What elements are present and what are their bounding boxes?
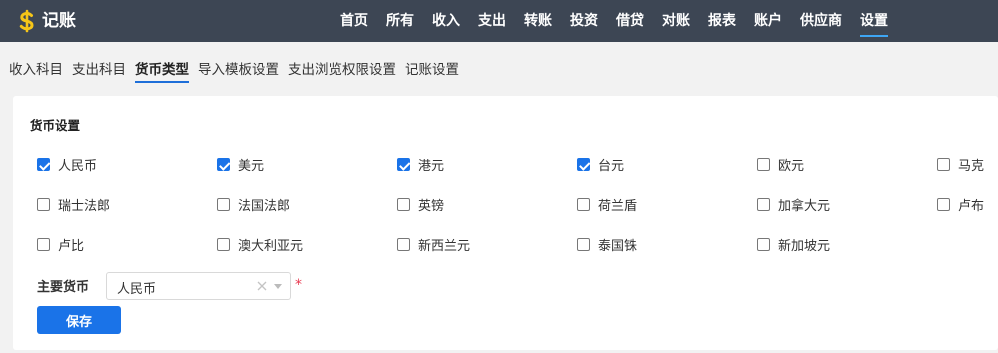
settings-tabs: 收入科目 支出科目 货币类型 导入模板设置 支出浏览权限设置 记账设置 xyxy=(9,58,468,83)
checkbox[interactable] xyxy=(397,198,410,211)
nav-item-settings[interactable]: 设置 xyxy=(860,0,888,42)
currency-label: 人民币 xyxy=(58,159,98,174)
checkbox[interactable] xyxy=(757,238,770,251)
currency-label: 美元 xyxy=(238,159,265,174)
checkbox[interactable] xyxy=(577,158,590,171)
checkbox[interactable] xyxy=(37,198,50,211)
currency-label: 澳大利亚元 xyxy=(238,239,304,254)
currency-checkbox-rub[interactable]: 卢布 xyxy=(937,195,984,214)
currency-checkbox-twd[interactable]: 台元 xyxy=(577,155,624,174)
checkbox[interactable] xyxy=(937,198,950,211)
currency-label: 瑞士法郎 xyxy=(58,199,111,214)
currency-label: 新加坡元 xyxy=(778,239,831,254)
nav-item-suppliers[interactable]: 供应商 xyxy=(800,0,842,42)
currency-label: 欧元 xyxy=(778,159,805,174)
currency-checkbox-nlg[interactable]: 荷兰盾 xyxy=(577,195,637,214)
checkbox[interactable] xyxy=(937,158,950,171)
currency-checkbox-thb[interactable]: 泰国铢 xyxy=(577,235,637,254)
nav-item-reconcile[interactable]: 对账 xyxy=(662,0,690,42)
save-button[interactable]: 保存 xyxy=(37,306,121,334)
top-navbar: 记账 首页 所有 收入 支出 转账 投资 借贷 对账 报表 账户 供应商 设置 xyxy=(0,0,998,42)
currency-label: 卢布 xyxy=(958,199,985,214)
currency-settings-panel: 货币设置 人民币 美元 港元 台元 欧元 马克 瑞士法郎 法国法郎 英镑 荷兰盾… xyxy=(13,96,998,350)
currency-checkbox-cad[interactable]: 加拿大元 xyxy=(757,195,830,214)
tab-expense-view-permissions[interactable]: 支出浏览权限设置 xyxy=(288,58,396,82)
currency-checkbox-nzd[interactable]: 新西兰元 xyxy=(397,235,470,254)
checkbox[interactable] xyxy=(217,198,230,211)
checkbox[interactable] xyxy=(757,158,770,171)
checkbox[interactable] xyxy=(397,158,410,171)
currency-label: 荷兰盾 xyxy=(598,199,638,214)
checkbox[interactable] xyxy=(397,238,410,251)
section-title: 货币设置 xyxy=(30,118,81,133)
currency-checkbox-usd[interactable]: 美元 xyxy=(217,155,264,174)
tab-import-template-settings[interactable]: 导入模板设置 xyxy=(198,58,279,82)
currency-label: 法国法郎 xyxy=(238,199,291,214)
currency-label: 新西兰元 xyxy=(418,239,471,254)
nav-item-expense[interactable]: 支出 xyxy=(478,0,506,42)
app-title: 记账 xyxy=(42,11,76,31)
currency-checkbox-aud[interactable]: 澳大利亚元 xyxy=(217,235,303,254)
required-marker: * xyxy=(295,277,302,293)
currency-label: 卢比 xyxy=(58,239,85,254)
currency-checkbox-chf[interactable]: 瑞士法郎 xyxy=(37,195,110,214)
tab-currency-types[interactable]: 货币类型 xyxy=(135,58,189,83)
primary-currency-label: 主要货币 xyxy=(37,280,90,295)
dollar-icon xyxy=(19,9,34,33)
currency-checkbox-cny[interactable]: 人民币 xyxy=(37,155,97,174)
currency-label: 加拿大元 xyxy=(778,199,831,214)
tab-expense-subjects[interactable]: 支出科目 xyxy=(72,58,126,82)
nav-item-reports[interactable]: 报表 xyxy=(708,0,736,42)
checkbox[interactable] xyxy=(37,238,50,251)
checkbox[interactable] xyxy=(217,238,230,251)
checkbox[interactable] xyxy=(37,158,50,171)
primary-currency-select[interactable]: 人民币 xyxy=(106,272,291,300)
nav-item-transfer[interactable]: 转账 xyxy=(524,0,552,42)
select-value: 人民币 xyxy=(117,282,157,297)
checkbox[interactable] xyxy=(577,198,590,211)
nav-item-loan[interactable]: 借贷 xyxy=(616,0,644,42)
checkbox[interactable] xyxy=(757,198,770,211)
nav-item-all[interactable]: 所有 xyxy=(386,0,414,42)
currency-label: 马克 xyxy=(958,159,985,174)
tab-income-subjects[interactable]: 收入科目 xyxy=(9,58,63,82)
currency-checkbox-sgd[interactable]: 新加坡元 xyxy=(757,235,830,254)
checkbox[interactable] xyxy=(577,238,590,251)
chevron-down-icon[interactable] xyxy=(274,284,282,289)
tab-bookkeeping-settings[interactable]: 记账设置 xyxy=(405,58,459,82)
currency-checkbox-gbp[interactable]: 英镑 xyxy=(397,195,444,214)
brand[interactable]: 记账 xyxy=(17,9,76,33)
currency-label: 台元 xyxy=(598,159,625,174)
nav-item-income[interactable]: 收入 xyxy=(432,0,460,42)
currency-checkbox-dem[interactable]: 马克 xyxy=(937,155,984,174)
currency-label: 英镑 xyxy=(418,199,445,214)
currency-checkbox-eur[interactable]: 欧元 xyxy=(757,155,804,174)
currency-checkbox-hkd[interactable]: 港元 xyxy=(397,155,444,174)
currency-label: 泰国铢 xyxy=(598,239,638,254)
nav-item-accounts[interactable]: 账户 xyxy=(754,0,782,42)
nav-item-investment[interactable]: 投资 xyxy=(570,0,598,42)
main-nav: 首页 所有 收入 支出 转账 投资 借贷 对账 报表 账户 供应商 设置 xyxy=(340,0,906,42)
checkbox[interactable] xyxy=(217,158,230,171)
currency-label: 港元 xyxy=(418,159,445,174)
currency-checkbox-inr[interactable]: 卢比 xyxy=(37,235,84,254)
nav-item-home[interactable]: 首页 xyxy=(340,0,368,42)
currency-checkbox-frf[interactable]: 法国法郎 xyxy=(217,195,290,214)
clear-icon[interactable] xyxy=(256,280,268,292)
